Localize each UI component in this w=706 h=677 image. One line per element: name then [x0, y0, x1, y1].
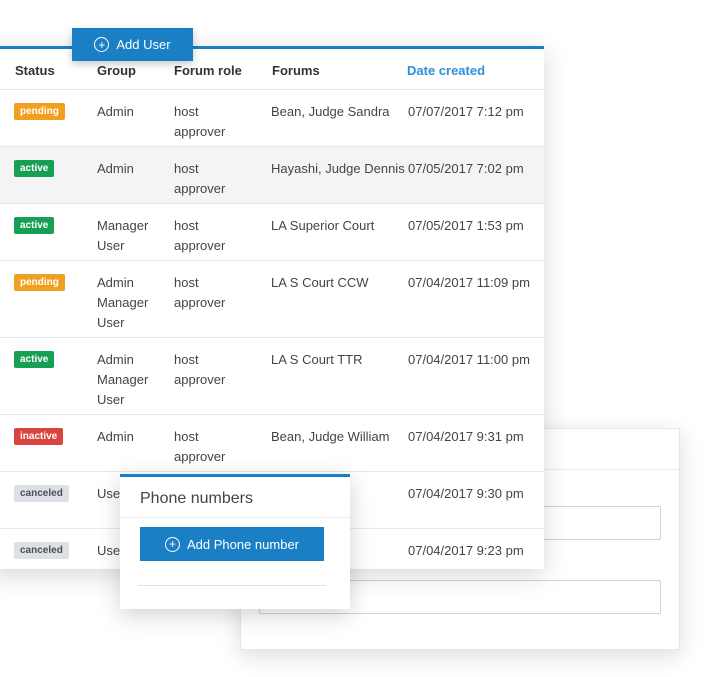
forum-role-name: approver	[174, 124, 226, 139]
forum-cell: LA S Court TTR	[271, 352, 363, 367]
date-created-cell: 07/04/2017 9:23 pm	[408, 543, 524, 558]
add-phone-number-button[interactable]: + Add Phone number	[140, 527, 324, 561]
forum-cell: LA Superior Court	[271, 218, 375, 233]
date-created-cell: 07/07/2017 7:12 pm	[408, 104, 524, 119]
group-name: Manager	[97, 295, 149, 310]
table-row[interactable]: pending Admin host approver Bean, Judge Sand…	[0, 89, 544, 147]
forum-role-name: host	[174, 104, 199, 119]
forum-role-cell: host approver	[174, 273, 225, 313]
date-created-cell: 07/04/2017 11:00 pm	[408, 352, 530, 367]
forum-role-name: host	[174, 429, 199, 444]
card-divider	[120, 517, 350, 518]
list-divider	[138, 585, 326, 586]
forum-role-cell: host approver	[174, 102, 225, 142]
date-created-cell: 07/05/2017 1:53 pm	[408, 218, 524, 233]
forum-role-name: approver	[174, 372, 226, 387]
group-name: User	[97, 238, 125, 253]
group-cell: Admin Manager User	[97, 273, 148, 333]
group-name: Admin	[97, 104, 134, 119]
add-phone-number-label: Add Phone number	[186, 536, 300, 552]
forum-role-cell: host approver	[174, 350, 225, 390]
forum-role-cell: host approver	[174, 427, 225, 467]
column-header-group[interactable]: Group	[97, 63, 136, 78]
table-row[interactable]: active Admin host approver Hayashi, Judge De…	[0, 146, 544, 204]
group-name: Admin	[97, 429, 134, 444]
phone-numbers-card: Phone numbers + Add Phone number	[120, 474, 350, 609]
column-header-forums[interactable]: Forums	[272, 63, 320, 78]
plus-circle-icon: +	[164, 536, 180, 552]
forum-role-name: approver	[174, 295, 226, 310]
date-created-cell: 07/05/2017 7:02 pm	[408, 161, 524, 176]
forum-role-cell: host approver	[174, 216, 225, 256]
column-header-status[interactable]: Status	[15, 63, 55, 78]
forum-role-name: approver	[174, 181, 226, 196]
table-row[interactable]: inactive Admin host approver Bean, Judge Wil…	[0, 414, 544, 472]
forum-role-name: approver	[174, 238, 226, 253]
forum-cell: LA S Court CCW	[271, 275, 369, 290]
group-name: Manager	[97, 218, 149, 233]
forum-role-cell: host approver	[174, 159, 225, 199]
group-name: Admin	[97, 161, 134, 176]
group-cell: Admin	[97, 102, 134, 122]
forum-role-name: approver	[174, 449, 226, 464]
forum-cell: Hayashi, Judge Dennis	[271, 161, 405, 176]
column-header-date-created[interactable]: Date created	[407, 63, 485, 78]
status-badge: active	[14, 217, 55, 234]
table-row[interactable]: active Admin Manager User host approver LA S C…	[0, 337, 544, 415]
group-cell: Admin Manager User	[97, 350, 148, 410]
column-header-forum-role[interactable]: Forum role	[174, 63, 242, 78]
add-user-label: Add User	[116, 37, 171, 52]
table-row[interactable]: active Manager User host approver LA Superior…	[0, 203, 544, 261]
forum-role-name: host	[174, 218, 199, 233]
plus-circle-icon: +	[94, 37, 110, 52]
date-created-cell: 07/04/2017 9:31 pm	[408, 429, 524, 444]
forum-role-name: host	[174, 352, 199, 367]
date-created-cell: 07/04/2017 9:30 pm	[408, 486, 524, 501]
status-badge: pending	[14, 274, 65, 291]
forum-cell: Bean, Judge Sandra	[271, 104, 390, 119]
status-badge: active	[14, 160, 55, 177]
status-badge: active	[14, 351, 55, 368]
status-badge: canceled	[14, 542, 69, 559]
card-title: Phone numbers	[140, 490, 253, 507]
status-badge: pending	[14, 103, 65, 120]
group-name: User	[97, 392, 125, 407]
forum-role-name: host	[174, 275, 199, 290]
status-badge: canceled	[14, 485, 69, 502]
group-name: Manager	[97, 372, 149, 387]
group-cell: Manager User	[97, 216, 148, 256]
forum-role-name: host	[174, 161, 199, 176]
date-created-cell: 07/04/2017 11:09 pm	[408, 275, 530, 290]
group-cell: Admin	[97, 427, 134, 447]
add-user-button[interactable]: + Add User	[72, 28, 193, 61]
group-name: User	[97, 315, 125, 330]
group-name: Admin	[97, 352, 134, 367]
group-cell: Admin	[97, 159, 134, 179]
group-name: Admin	[97, 275, 134, 290]
forum-cell: Bean, Judge William	[271, 429, 390, 444]
table-row[interactable]: pending Admin Manager User host approver LA S …	[0, 260, 544, 338]
status-badge: inactive	[14, 428, 64, 445]
